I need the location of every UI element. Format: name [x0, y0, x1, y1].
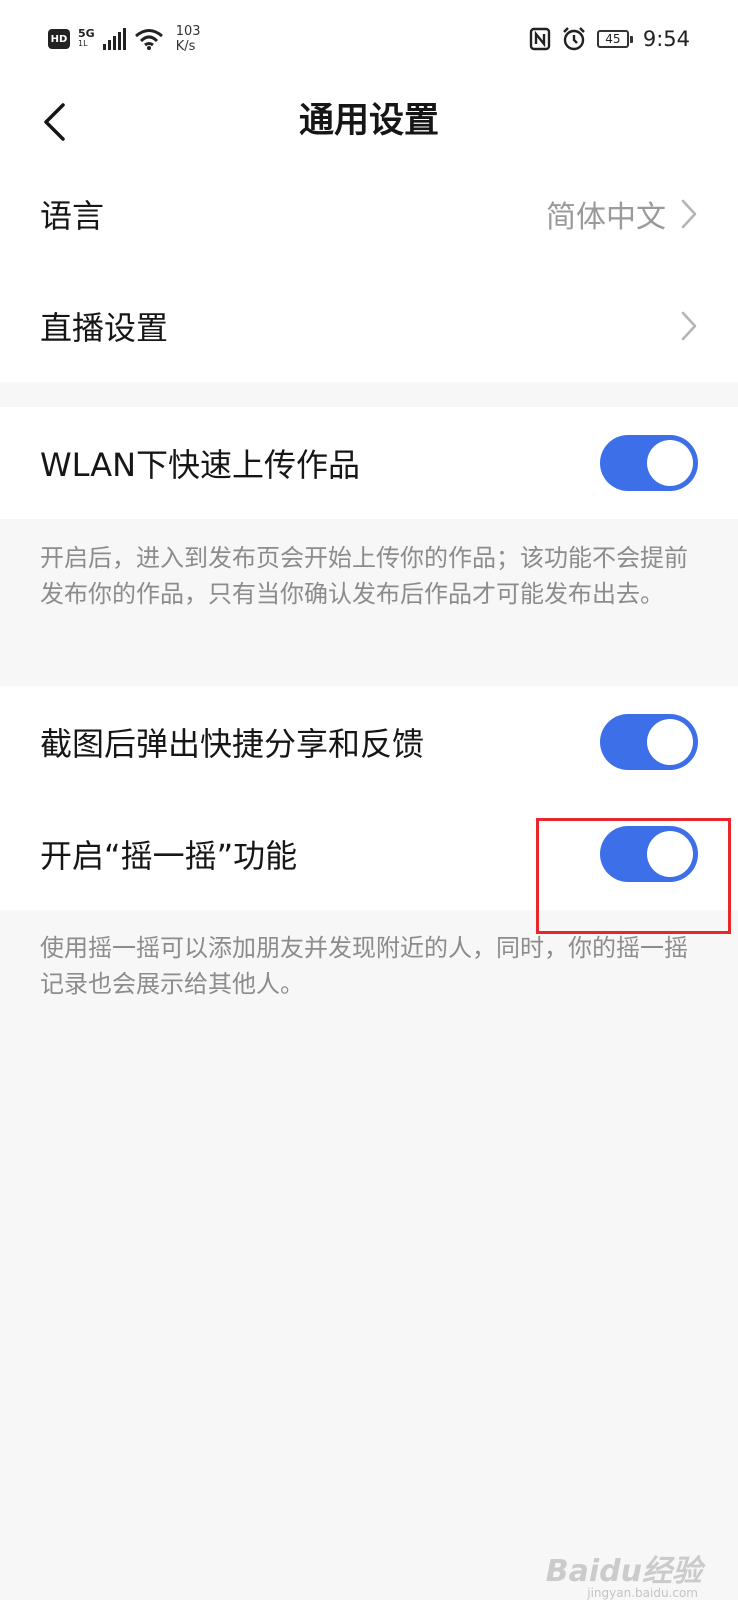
shake-label: 开启“摇一摇”功能 [40, 837, 298, 875]
settings-group-upload: WLAN下快速上传作品 [0, 407, 738, 519]
status-right: 45 9:54 [529, 26, 690, 52]
toggle-knob [647, 440, 693, 486]
chevron-right-icon [681, 311, 697, 341]
network-speed-unit: K/s [175, 39, 196, 54]
network-gen-label: 5G [78, 27, 95, 40]
screenshot-share-label: 截图后弹出快捷分享和反馈 [40, 725, 425, 763]
live-settings-row[interactable]: 直播设置 [0, 270, 738, 382]
toggle-knob [647, 719, 693, 765]
language-row[interactable]: 语言 简体中文 [0, 158, 738, 270]
alarm-icon [562, 27, 585, 51]
live-settings-label: 直播设置 [40, 309, 169, 347]
status-bar: HD 5G 1L 103 K/s 45 9:54 [0, 0, 738, 84]
status-left: HD 5G 1L 103 K/s [48, 24, 201, 54]
network-generation: 5G 1L [78, 27, 95, 49]
signal-icon [102, 28, 126, 50]
hd-badge: HD [48, 29, 70, 49]
wlan-upload-row: WLAN下快速上传作品 [0, 407, 738, 519]
wifi-icon [134, 29, 163, 50]
language-value: 简体中文 [546, 200, 666, 235]
wlan-upload-label: WLAN下快速上传作品 [40, 446, 361, 484]
network-speed: 103 K/s [176, 24, 201, 54]
nav-bar: 通用设置 [0, 84, 738, 159]
shake-description: 使用摇一摇可以添加朋友并发现附近的人，同时，你的摇一摇记录也会展示给其他人。 [40, 934, 688, 998]
network-sub-label: 1L [78, 39, 88, 48]
screenshot-share-toggle[interactable] [600, 714, 698, 770]
highlight-annotation [536, 818, 731, 934]
chevron-right-icon [681, 199, 697, 229]
screenshot-share-row: 截图后弹出快捷分享和反馈 [0, 686, 738, 798]
language-label: 语言 [40, 197, 105, 235]
watermark-url: jingyan.baidu.com [587, 1586, 698, 1600]
watermark-logo: Baidu经验 [545, 1554, 702, 1589]
page-title: 通用设置 [298, 101, 439, 141]
settings-group-general: 语言 简体中文 直播设置 [0, 158, 738, 382]
wlan-upload-toggle[interactable] [600, 435, 698, 491]
nfc-icon [529, 27, 551, 51]
status-time: 9:54 [642, 27, 690, 51]
wlan-upload-description: 开启后，进入到发布页会开始上传你的作品；该功能不会提前发布你的作品，只有当你确认… [40, 544, 688, 608]
battery-indicator: 45 [596, 30, 633, 48]
network-speed-value: 103 [175, 24, 201, 39]
